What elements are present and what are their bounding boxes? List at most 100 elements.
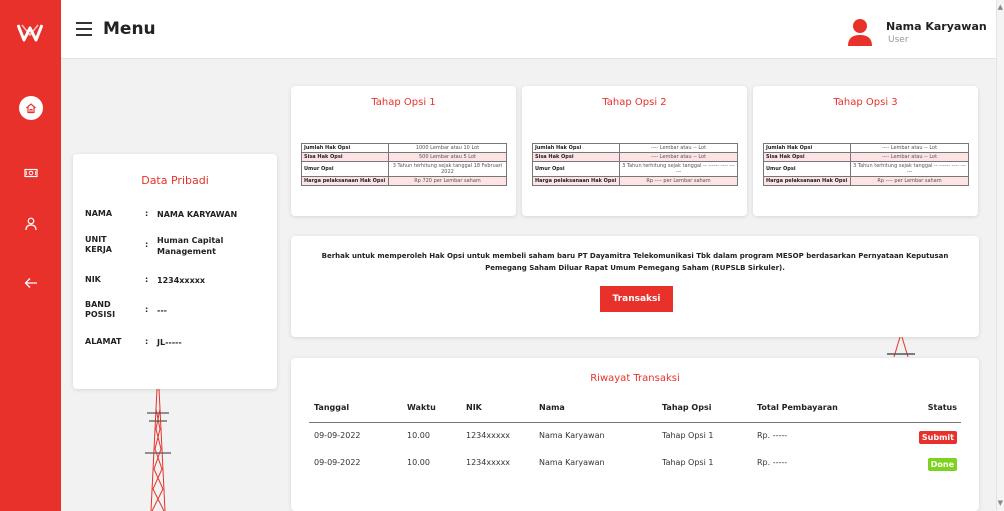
profile-label: UNIT KERJA (85, 235, 112, 254)
scroll-up-icon[interactable]: ▲ (998, 4, 1003, 11)
page-title: Menu (103, 19, 156, 39)
tower-illustration-right (887, 337, 915, 357)
opsi-key: Sisa Hak Opsi (763, 152, 851, 162)
cell-tahap-opsi: Tahap Opsi 1 (662, 458, 714, 467)
cell-tahap-opsi: Tahap Opsi 1 (662, 431, 714, 440)
opsi-title: Tahap Opsi 2 (602, 97, 667, 108)
profile-value: 1234xxxxx (157, 276, 206, 285)
opsi-key: Sisa Hak Opsi (532, 152, 620, 162)
riwayat-card: Riwayat Transaksi Tanggal Waktu NIK Nama… (291, 358, 979, 511)
table-divider (309, 422, 961, 423)
opsi-value: ---- Lembar atau -- Lot (850, 143, 969, 153)
opsi-value: 500 Lembar atau 5 Lot (388, 152, 507, 162)
table-row: 09-09-2022 10.00 1234xxxxx Nama Karyawan… (291, 431, 979, 449)
opsi-card-2: Tahap Opsi 2 Jumlah Hak Opsi ---- Lembar … (522, 86, 747, 216)
user-icon (24, 217, 37, 231)
sidebar-item-home[interactable] (19, 96, 43, 120)
opsi-value: ---- Lembar atau -- Lot (850, 152, 969, 162)
cell-tanggal: 09-09-2022 (314, 431, 361, 440)
opsi-key: Umur Opsi (532, 161, 620, 177)
cell-total: Rp. ----- (757, 431, 788, 440)
opsi-key: Jumlah Hak Opsi (763, 143, 851, 153)
profile-colon: : (145, 240, 149, 249)
column-header-nama: Nama (539, 403, 565, 412)
cell-nama: Nama Karyawan (539, 458, 605, 467)
opsi-value: Rp 720 per Lembar saham (388, 176, 507, 186)
scroll-down-icon[interactable]: ▼ (998, 500, 1003, 507)
tower-illustration (145, 389, 171, 511)
profile-label: NIK (85, 275, 101, 284)
opsi-key: Umur Opsi (763, 161, 851, 177)
column-header-total-pembayaran: Total Pembayaran (757, 403, 838, 412)
opsi-key: Umur Opsi (301, 161, 389, 177)
opsi-card-1: Tahap Opsi 1 Jumlah Hak Opsi 1000 Lembar … (291, 86, 516, 216)
cell-waktu: 10.00 (407, 431, 430, 440)
opsi-title: Tahap Opsi 1 (371, 97, 436, 108)
column-header-nik: NIK (466, 403, 482, 412)
table-row: 09-09-2022 10.00 1234xxxxx Nama Karyawan… (291, 458, 979, 476)
opsi-value: 3 Tahun terhitung sejak tanggal -- -----… (619, 161, 738, 177)
cell-total: Rp. ----- (757, 458, 788, 467)
profile-card: Data Pribadi NAMA : NAMA KARYAWAN UNIT K… (73, 154, 277, 389)
profile-value: JL----- (157, 338, 182, 347)
user-role: User (888, 35, 909, 45)
profile-value: Human Capital Management (157, 236, 224, 256)
cell-waktu: 10.00 (407, 458, 430, 467)
table-header: Tanggal Waktu NIK Nama Tahap Opsi Total … (291, 403, 979, 423)
transaksi-button[interactable]: Transaksi (600, 286, 673, 312)
opsi-title: Tahap Opsi 3 (833, 97, 898, 108)
opsi-value: 3 Tahun terhitung sejak tanggal 18 Febru… (388, 161, 507, 177)
opsi-key: Jumlah Hak Opsi (532, 143, 620, 153)
cell-tanggal: 09-09-2022 (314, 458, 361, 467)
profile-value: --- (157, 306, 167, 315)
column-header-waktu: Waktu (407, 403, 436, 412)
status-badge[interactable]: Submit (918, 431, 957, 444)
cell-nik: 1234xxxxx (466, 431, 511, 440)
column-header-tanggal: Tanggal (314, 403, 350, 412)
profile-title: Data Pribadi (141, 174, 209, 187)
info-text: Berhak untuk memperoleh Hak Opsi untuk m… (321, 252, 949, 272)
cell-nama: Nama Karyawan (539, 431, 605, 440)
hamburger-menu-icon[interactable] (76, 22, 92, 36)
app-logo-icon (17, 24, 43, 42)
opsi-value: Rp ---- per Lembar saham (619, 176, 738, 186)
opsi-value: ---- Lembar atau -- Lot (619, 152, 738, 162)
opsi-key: Harga pelaksanaan Hak Opsi (763, 176, 851, 186)
opsi-table: Jumlah Hak Opsi 1000 Lembar atau 10 Lot S… (301, 143, 507, 186)
scrollbar[interactable]: ▲ ▼ (996, 0, 1004, 511)
sidebar-item-transaksi[interactable] (0, 156, 61, 190)
status-badge[interactable]: Done (927, 458, 957, 471)
profile-value: NAMA KARYAWAN (157, 210, 238, 219)
info-card: Berhak untuk memperoleh Hak Opsi untuk m… (291, 236, 979, 337)
opsi-card-3: Tahap Opsi 3 Jumlah Hak Opsi ---- Lembar … (753, 86, 978, 216)
sidebar-item-profile[interactable] (0, 207, 61, 241)
column-header-tahap-opsi: Tahap Opsi (662, 403, 712, 412)
home-icon (26, 103, 36, 114)
sidebar-item-logout[interactable] (0, 266, 61, 300)
avatar[interactable] (848, 18, 872, 46)
opsi-value: Rp ---- per Lembar saham (850, 176, 969, 186)
profile-colon: : (145, 275, 149, 284)
profile-label: BAND POSISI (85, 300, 116, 319)
profile-colon: : (145, 337, 149, 346)
column-header-status: Status (927, 403, 957, 412)
opsi-key: Sisa Hak Opsi (301, 152, 389, 162)
arrow-left-icon (24, 278, 37, 288)
opsi-table: Jumlah Hak Opsi ---- Lembar atau -- Lot S… (763, 143, 969, 186)
opsi-value: 1000 Lembar atau 10 Lot (388, 143, 507, 153)
user-name: Nama Karyawan (886, 20, 987, 33)
opsi-value: 3 Tahun terhitung sejak tanggal -- -----… (850, 161, 969, 177)
profile-label: ALAMAT (85, 337, 122, 346)
cell-nik: 1234xxxxx (466, 458, 511, 467)
opsi-value: ---- Lembar atau -- Lot (619, 143, 738, 153)
top-bar: Menu Nama Karyawan User (61, 0, 996, 59)
opsi-key: Harga pelaksanaan Hak Opsi (301, 176, 389, 186)
opsi-table: Jumlah Hak Opsi ---- Lembar atau -- Lot S… (532, 143, 738, 186)
profile-colon: : (145, 209, 149, 218)
sidebar (0, 0, 61, 511)
profile-label: NAMA (85, 209, 113, 218)
opsi-key: Jumlah Hak Opsi (301, 143, 389, 153)
riwayat-title: Riwayat Transaksi (590, 373, 680, 384)
money-icon (23, 168, 38, 178)
opsi-key: Harga pelaksanaan Hak Opsi (532, 176, 620, 186)
